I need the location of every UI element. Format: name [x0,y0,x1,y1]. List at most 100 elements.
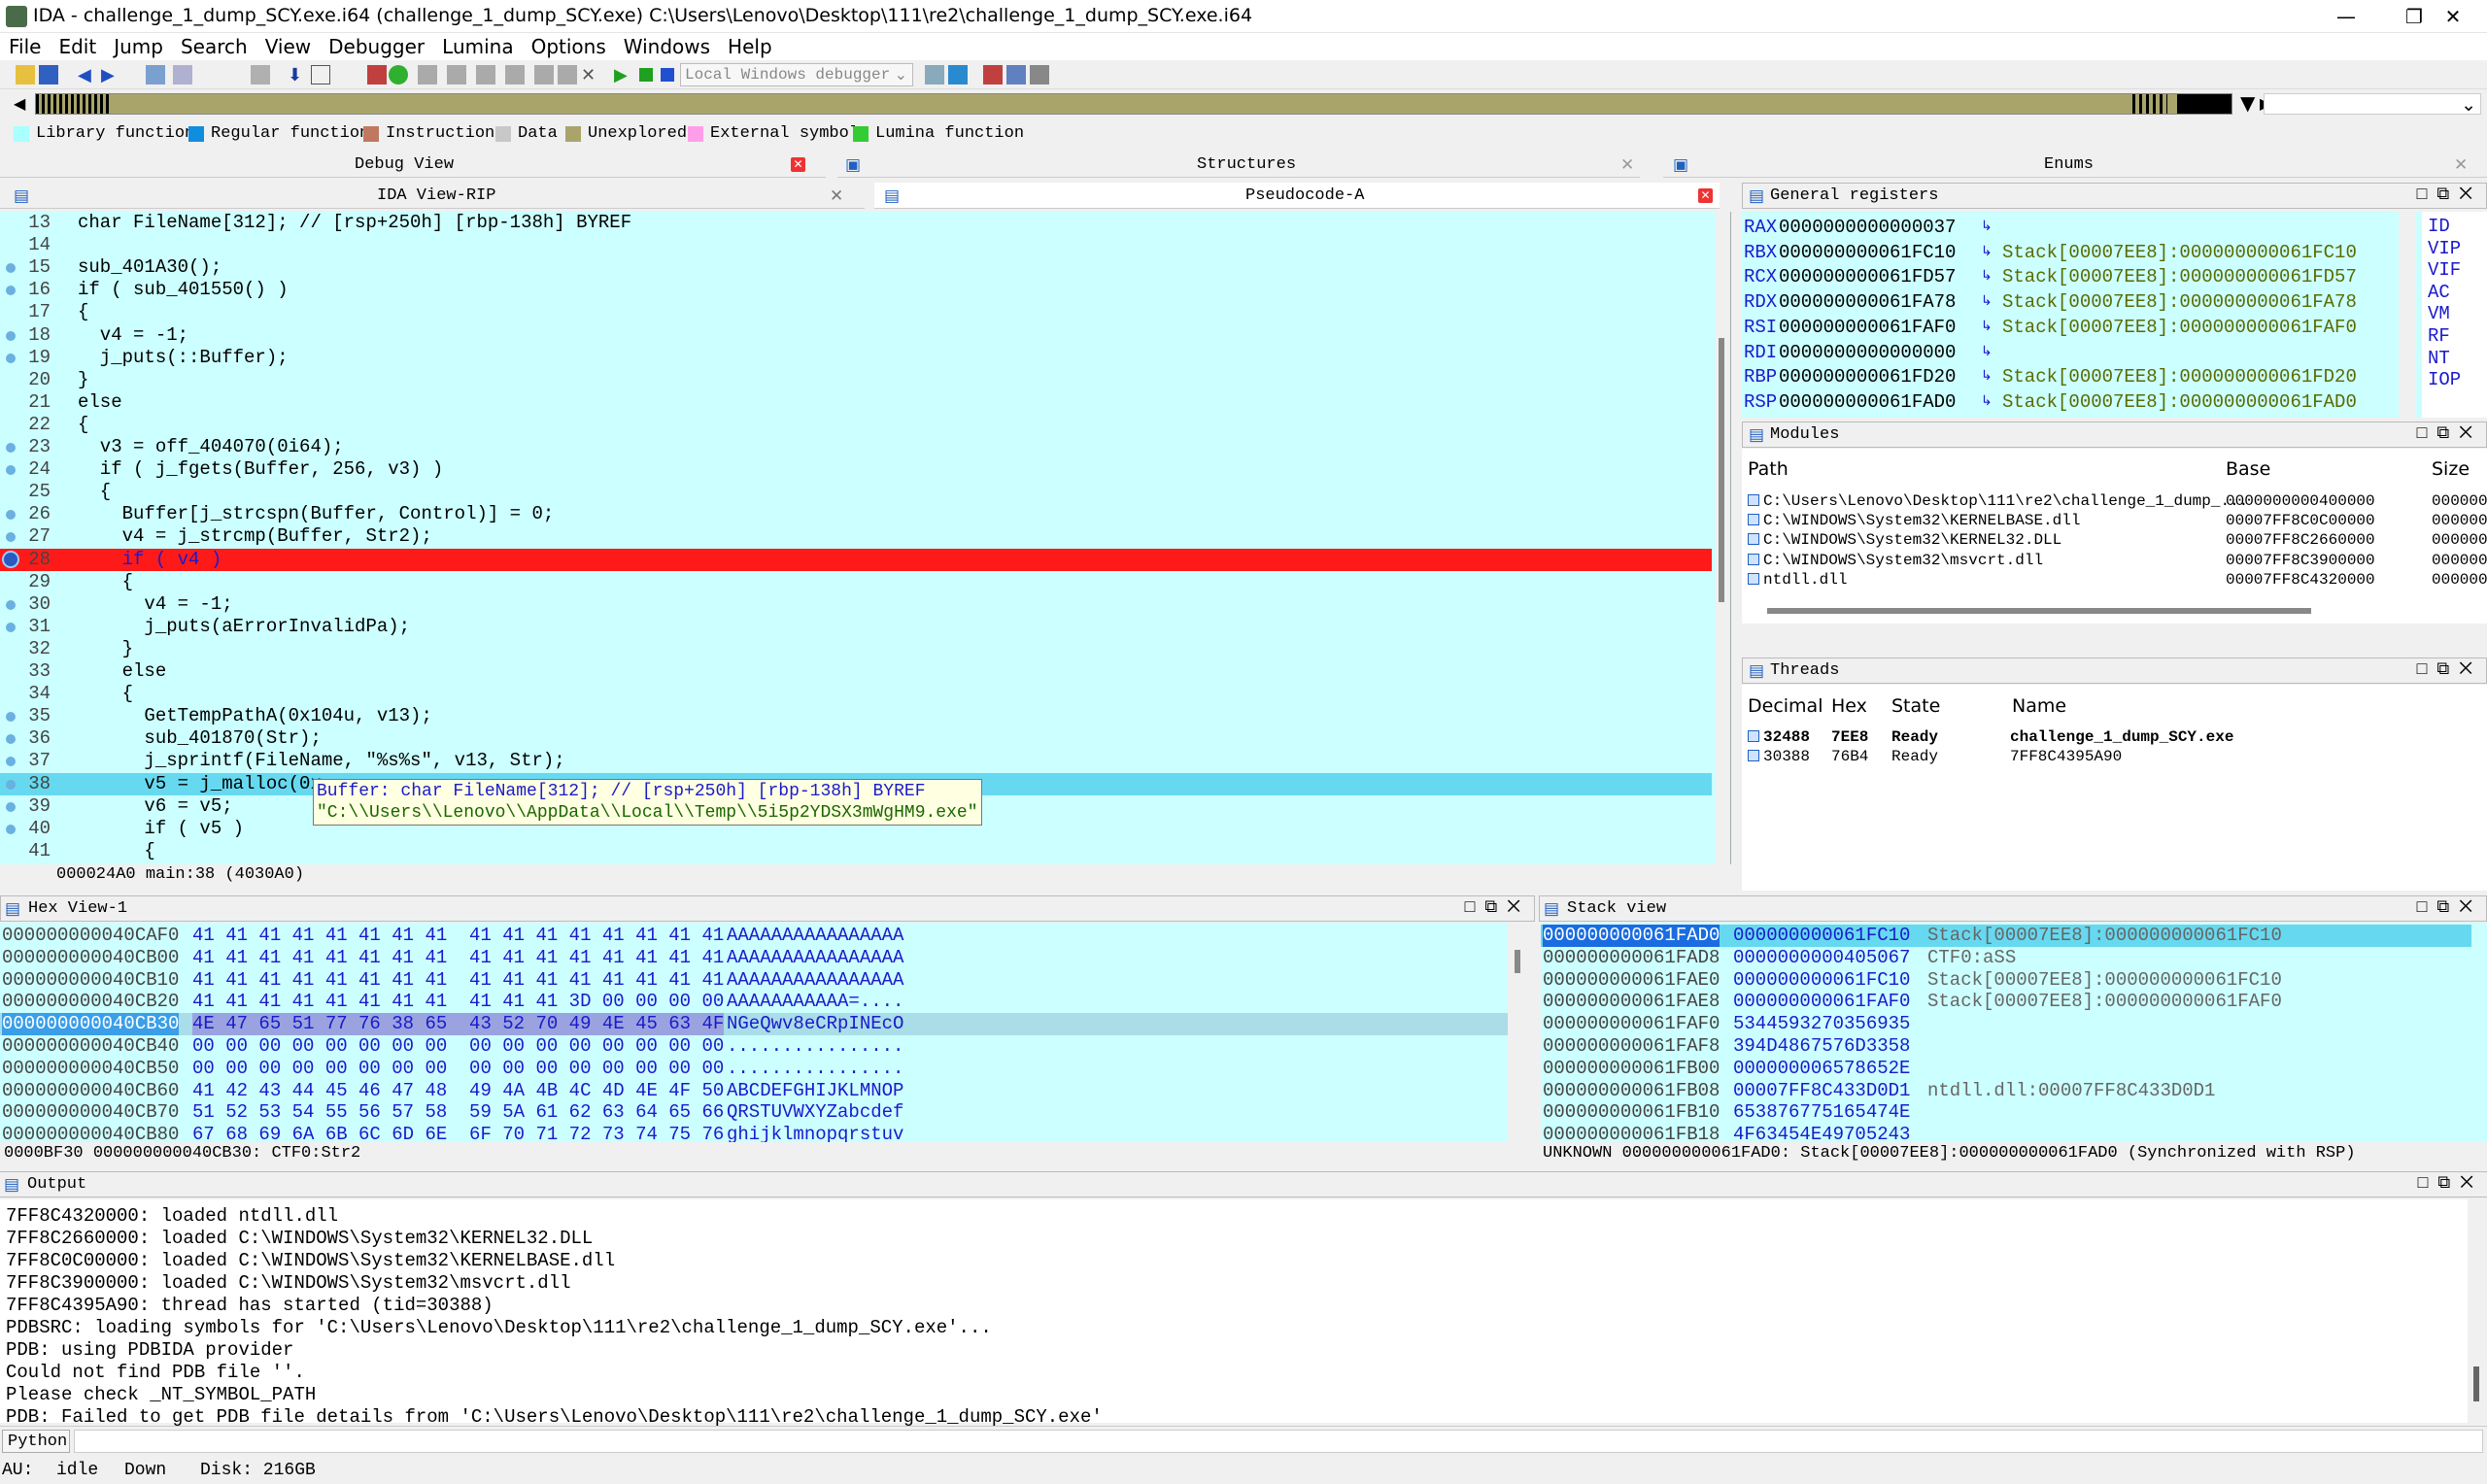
breakpoint-dot-icon[interactable] [6,443,16,453]
code-line[interactable]: 28 if ( v4 ) [0,548,1712,571]
collapse-icon[interactable] [558,65,577,84]
detach-icon[interactable] [1030,65,1049,84]
hex-row[interactable]: 000000000040CB00 41 41 41 41 41 41 41 41 … [0,947,1508,969]
code-line[interactable]: 13 char FileName[312]; // [rsp+250h] [rbp… [0,212,1712,234]
register-row[interactable]: RSI 000000000061FAF0 ↳ Stack[00007EE8]:0000… [1742,316,2393,339]
menu-windows[interactable]: Windows [615,33,719,58]
menu-help[interactable]: Help [719,33,781,58]
segment-icon[interactable] [418,65,437,84]
menu-edit[interactable]: Edit [50,33,105,58]
breakpoint-dot-icon[interactable] [6,599,16,610]
flag-rf[interactable]: RF [2428,325,2450,348]
breakpoint-dot-icon[interactable] [6,622,16,632]
menu-search[interactable]: Search [172,33,256,58]
graph-icon[interactable] [367,65,387,84]
nav-select[interactable]: ⌄ [2264,93,2481,116]
col-hex[interactable]: Hex [1831,695,1867,717]
forward-arrow-icon[interactable]: ▶ [101,65,120,85]
binary-icon[interactable] [146,65,165,84]
hex-row[interactable]: 000000000040CB10 41 41 41 41 41 41 41 41 … [0,969,1508,992]
tab-enums[interactable]: ▣ Enums ✕ [1663,152,2487,178]
patch-icon[interactable] [476,65,495,84]
hex-view[interactable]: 000000000040CAF0 41 41 41 41 41 41 41 41 … [0,923,1525,1165]
register-row[interactable]: RDI 0000000000000000 ↳ [1742,341,2393,364]
menu-lumina[interactable]: Lumina [433,33,522,58]
panel-buttons[interactable]: □⧉✕ [2417,423,2482,444]
open-icon[interactable] [16,65,35,84]
col-decimal[interactable]: Decimal [1748,695,1823,717]
register-row[interactable]: RAX 0000000000000037 ↳ [1742,216,2393,239]
code-line[interactable]: 30 v4 = -1; [0,593,1712,616]
breakpoint-dot-icon[interactable] [6,824,16,834]
close-button[interactable]: ✕ [2419,0,2487,33]
register-value[interactable]: 000000000061FAF0 [1779,316,1956,339]
flag-vm[interactable]: VM [2428,303,2450,325]
cross-icon[interactable]: ✕ [581,65,600,85]
step-over-icon[interactable] [948,65,968,84]
register-row[interactable]: RDX 000000000061FA78 ↳ Stack[00007EE8]:0000… [1742,290,2393,314]
tab-structures[interactable]: ▣ Structures ✕ [837,152,1640,178]
code-line[interactable]: 26 Buffer[j_strcspn(Buffer, Control)] = … [0,503,1712,525]
stack-row[interactable]: 000000000061FAE0 000000000061FC10 Stack[00… [1541,969,2471,992]
text-icon[interactable] [311,65,330,84]
menu-view[interactable]: View [256,33,320,58]
nav-left-arrow-icon[interactable]: ◀ [14,94,25,113]
pseudocode-scrollbar[interactable] [1716,212,1729,864]
scroll-thumb[interactable] [1719,338,1724,602]
menu-debugger[interactable]: Debugger [320,33,433,58]
code-line[interactable]: 29 { [0,571,1712,593]
stack-view[interactable]: 000000000061FAD0 000000000061FC10 Stack[00… [1541,923,2487,1165]
code-line[interactable]: 35 GetTempPathA(0x104u, v13); [0,705,1712,727]
hex-row[interactable]: 000000000040CB40 00 00 00 00 00 00 00 00 … [0,1035,1508,1058]
code-line[interactable]: 18 v4 = -1; [0,324,1712,347]
register-value[interactable]: 000000000061FD20 [1779,365,1956,388]
flag-vip[interactable]: VIP [2428,238,2461,260]
module-row[interactable]: C:\WINDOWS\System32\KERNELBASE.dll 00007F… [1742,511,2487,530]
threads-panel[interactable]: Decimal Hex State Name 32488 7EE8 Ready cha… [1742,685,2487,891]
module-row[interactable]: C:\WINDOWS\System32\KERNEL32.DLL 00007FF8… [1742,530,2487,550]
col-path[interactable]: Path [1748,458,1789,480]
col-size[interactable]: Size [2432,458,2470,480]
stack-row[interactable]: 000000000061FAD8 0000000000405067 CTF0:aSS [1541,947,2471,969]
flag-id[interactable]: ID [2428,216,2450,238]
col-base[interactable]: Base [2226,458,2270,480]
register-row[interactable]: RSP 000000000061FAD0 ↳ Stack[00007EE8]:0000… [1742,390,2393,414]
hex-row[interactable]: 000000000040CB60 41 42 43 44 45 46 47 48 … [0,1080,1508,1102]
tab-debug-view[interactable]: Debug View ✕ [0,152,826,178]
module-row[interactable]: C:\WINDOWS\System32\msvcrt.dll 00007FF8C3… [1742,551,2487,570]
breakpoint-dot-icon[interactable] [6,330,16,341]
lumina-icon[interactable] [389,65,408,84]
register-value[interactable]: 0000000000000000 [1779,341,1956,364]
code-line[interactable]: 33 else [0,660,1712,683]
output-scrollbar[interactable] [2468,1199,2487,1423]
struct-icon[interactable] [173,65,192,84]
scroll-thumb[interactable] [1515,950,1520,973]
thread-row[interactable]: 32488 7EE8 Ready challenge_1_dump_SCY.exe [1742,727,2487,747]
code-line[interactable]: 15 sub_401A30(); [0,256,1712,279]
stack-row[interactable]: 000000000061FB08 00007FF8C433D0D1 ntdll.dl… [1541,1080,2471,1102]
register-value[interactable]: 000000000061FD57 [1779,265,1956,288]
panel-buttons[interactable]: □⧉✕ [2417,659,2482,680]
register-row[interactable]: RBX 000000000061FC10 ↳ Stack[00007EE8]:0000… [1742,241,2393,264]
hex-row[interactable]: 000000000040CB30 4E 47 65 51 77 76 38 65 … [0,1013,1508,1036]
breakpoint-dot-icon[interactable] [6,801,16,812]
breakpoint-dot-icon[interactable] [4,552,17,566]
hex-row[interactable]: 000000000040CB20 41 41 41 41 41 41 41 41 … [0,991,1508,1013]
breakpoint-dot-icon[interactable] [6,712,16,723]
close-icon[interactable]: ✕ [1620,155,1634,175]
close-icon[interactable]: ✕ [830,186,843,206]
down-arrow-icon[interactable]: ⬇ [288,65,307,85]
flag-vif[interactable]: VIF [2428,259,2461,282]
col-name[interactable]: Name [2012,695,2066,717]
close-icon[interactable]: ✕ [791,157,805,172]
debugger-select[interactable]: Local Windows debugger ⌄ [680,63,913,86]
code-line[interactable]: 27 v4 = j_strcmp(Buffer, Str2); [0,525,1712,548]
code-line[interactable]: 16 if ( sub_401550() ) [0,279,1712,301]
panel-buttons[interactable]: □⧉✕ [2418,1173,2483,1194]
stack-row[interactable]: 000000000061FAF0 5344593270356935 [1541,1013,2471,1035]
menu-options[interactable]: Options [523,33,615,58]
thread-row[interactable]: 30388 76B4 Ready 7FF8C4395A90 [1742,747,2487,766]
stack-row[interactable]: 000000000061FB10 653876775165474E [1541,1101,2471,1124]
breakpoint-dot-icon[interactable] [6,779,16,790]
hex-row[interactable]: 000000000040CB50 00 00 00 00 00 00 00 00 … [0,1058,1508,1080]
